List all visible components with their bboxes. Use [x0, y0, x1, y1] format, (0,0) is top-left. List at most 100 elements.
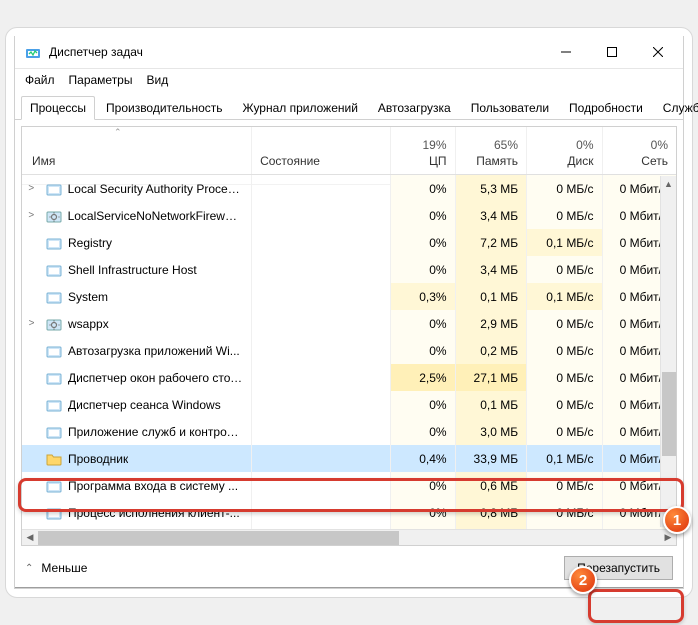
tab-2[interactable]: Журнал приложений: [234, 96, 367, 120]
process-icon: [46, 451, 62, 467]
table-row[interactable]: >LocalServiceNoNetworkFirewall ...0%3,4 …: [22, 202, 676, 229]
mem-cell: 0,6 МБ: [456, 472, 528, 499]
col-mem[interactable]: 65%Память: [456, 127, 528, 174]
mem-cell: 5,3 МБ: [456, 175, 528, 202]
process-icon: [46, 370, 62, 386]
tab-0[interactable]: Процессы: [21, 96, 95, 120]
menu-view[interactable]: Вид: [146, 73, 168, 87]
process-name-cell[interactable]: > wsappx: [22, 310, 252, 337]
process-name: LocalServiceNoNetworkFirewall ...: [68, 209, 244, 223]
maximize-button[interactable]: [589, 36, 635, 69]
cpu-cell: 0%: [391, 256, 456, 283]
process-name-cell[interactable]: > LocalServiceNoNetworkFirewall ...: [22, 202, 252, 229]
col-cpu[interactable]: 19%ЦП: [391, 127, 456, 174]
menu-file[interactable]: Файл: [25, 73, 55, 87]
process-icon: [46, 316, 62, 332]
table-row[interactable]: Registry0%7,2 МБ0,1 МБ/с0 Мбит/с: [22, 229, 676, 256]
process-state-cell: [252, 499, 391, 526]
scroll-up-icon[interactable]: ▲: [661, 176, 676, 192]
chevron-up-icon: ⌃: [25, 563, 33, 574]
process-name-cell[interactable]: Shell Infrastructure Host: [22, 256, 252, 283]
vertical-scrollbar[interactable]: ▲ ▼: [660, 176, 676, 527]
cpu-cell: 0,4%: [391, 445, 456, 472]
table-row[interactable]: Автозагрузка приложений Wi...0%0,2 МБ0 М…: [22, 337, 676, 364]
process-name: Shell Infrastructure Host: [68, 263, 197, 277]
tab-6[interactable]: Службы: [654, 96, 698, 120]
mem-cell: 33,9 МБ: [456, 445, 528, 472]
process-name: Процесс исполнения клиент-...: [68, 506, 240, 520]
cpu-cell: 0%: [391, 310, 456, 337]
tab-4[interactable]: Пользователи: [462, 96, 558, 120]
mem-cell: 3,0 МБ: [456, 418, 528, 445]
process-name-cell[interactable]: Приложение служб и контрол...: [22, 418, 252, 445]
disk-cell: 0 МБ/с: [527, 364, 602, 391]
disk-cell: 0 МБ/с: [527, 472, 602, 499]
col-disk[interactable]: 0%Диск: [527, 127, 602, 174]
disk-cell: 0,1 МБ/с: [527, 283, 602, 310]
disk-cell: 0 МБ/с: [527, 202, 602, 229]
process-name: Проводник: [68, 452, 128, 466]
process-name-cell[interactable]: Диспетчер окон рабочего стола: [22, 364, 252, 391]
hscroll-thumb[interactable]: [38, 531, 399, 545]
mem-cell: 3,4 МБ: [456, 202, 528, 229]
titlebar[interactable]: Диспетчер задач: [15, 36, 683, 69]
table-row[interactable]: Диспетчер окон рабочего стола2,5%27,1 МБ…: [22, 364, 676, 391]
process-name-cell[interactable]: Диспетчер сеанса Windows: [22, 391, 252, 418]
horizontal-scrollbar[interactable]: ◀ ▶: [22, 529, 676, 545]
process-state-cell: [252, 175, 391, 202]
process-name: Автозагрузка приложений Wi...: [68, 344, 240, 358]
expand-icon[interactable]: >: [26, 210, 37, 221]
col-state[interactable]: Состояние: [252, 127, 391, 174]
close-button[interactable]: [635, 36, 681, 69]
tab-1[interactable]: Производительность: [97, 96, 231, 120]
process-name-cell[interactable]: Процесс исполнения клиент-...: [22, 499, 252, 526]
annotation-highlight-button: [588, 589, 684, 623]
scroll-left-icon[interactable]: ◀: [22, 530, 38, 545]
col-name[interactable]: Имя: [22, 127, 252, 174]
cpu-cell: 0%: [391, 391, 456, 418]
table-row[interactable]: Проводник0,4%33,9 МБ0,1 МБ/с0 Мбит/с: [22, 445, 676, 472]
process-name-cell[interactable]: Программа входа в систему ...: [22, 472, 252, 499]
mem-cell: 2,9 МБ: [456, 310, 528, 337]
mem-cell: 0,1 МБ: [456, 391, 528, 418]
process-name: Диспетчер сеанса Windows: [68, 398, 221, 412]
expand-icon[interactable]: >: [26, 183, 37, 194]
table-row[interactable]: Процесс исполнения клиент-...0%0,8 МБ0 М…: [22, 499, 676, 526]
tab-5[interactable]: Подробности: [560, 96, 652, 120]
cpu-cell: 0,3%: [391, 283, 456, 310]
menu-options[interactable]: Параметры: [69, 73, 133, 87]
process-state-cell: [252, 364, 391, 391]
process-name-cell[interactable]: >Local Security Authority Process...: [22, 175, 252, 202]
mem-cell: 27,1 МБ: [456, 364, 528, 391]
table-row[interactable]: >Local Security Authority Process...0%5,…: [22, 175, 676, 202]
process-state-cell: [252, 229, 391, 256]
process-state-cell: [252, 202, 391, 229]
tab-3[interactable]: Автозагрузка: [369, 96, 460, 120]
disk-cell: 0 МБ/с: [527, 256, 602, 283]
process-name: wsappx: [68, 317, 109, 331]
mem-cell: 0,1 МБ: [456, 283, 528, 310]
scroll-thumb[interactable]: [662, 372, 676, 456]
process-name: Приложение служб и контрол...: [68, 425, 243, 439]
process-icon: [46, 181, 62, 197]
process-icon: [46, 424, 62, 440]
table-row[interactable]: Программа входа в систему ...0%0,6 МБ0 М…: [22, 472, 676, 499]
process-table: ⌃ Имя Состояние 19%ЦП 65%Память 0%Диск 0…: [21, 126, 677, 546]
table-row[interactable]: Приложение служб и контрол...0%3,0 МБ0 М…: [22, 418, 676, 445]
expand-icon[interactable]: >: [26, 318, 37, 329]
table-row[interactable]: System0,3%0,1 МБ0,1 МБ/с0 Мбит/с: [22, 283, 676, 310]
process-name-cell[interactable]: Registry: [22, 229, 252, 256]
col-net[interactable]: 0%Сеть: [603, 127, 676, 174]
process-name-cell[interactable]: Автозагрузка приложений Wi...: [22, 337, 252, 364]
process-state-cell: [252, 391, 391, 418]
process-icon: [46, 262, 62, 278]
sort-indicator-icon: ⌃: [114, 127, 122, 138]
process-name: System: [68, 290, 108, 304]
table-row[interactable]: >wsappx0%2,9 МБ0 МБ/с0 Мбит/с: [22, 310, 676, 337]
minimize-button[interactable]: [543, 36, 589, 69]
fewer-details[interactable]: ⌃ Меньше: [25, 561, 87, 575]
table-row[interactable]: Shell Infrastructure Host0%3,4 МБ0 МБ/с0…: [22, 256, 676, 283]
table-row[interactable]: Диспетчер сеанса Windows0%0,1 МБ0 МБ/с0 …: [22, 391, 676, 418]
process-name-cell[interactable]: Проводник: [22, 445, 252, 472]
process-name-cell[interactable]: System: [22, 283, 252, 310]
